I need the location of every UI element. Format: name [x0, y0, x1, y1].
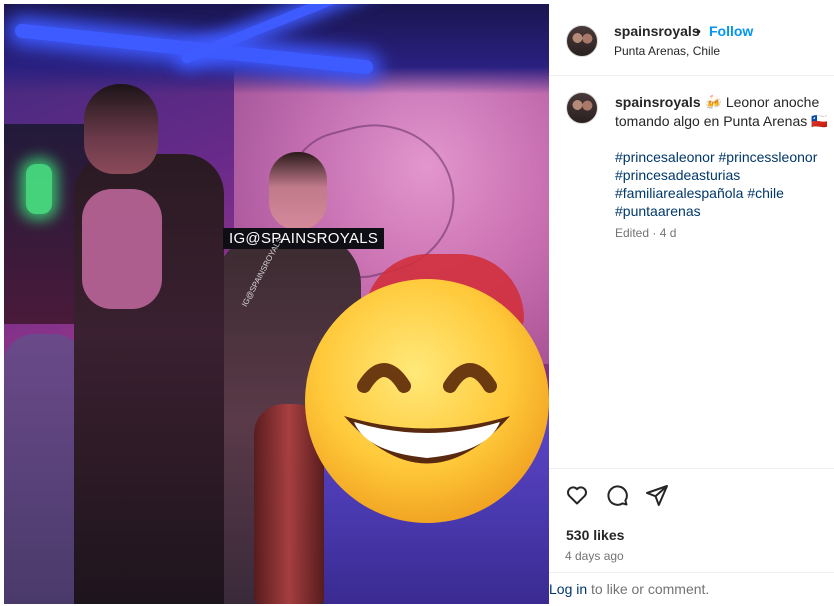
hashtag-link[interactable]: #puntaarenas [615, 203, 701, 219]
follow-button[interactable]: Follow [709, 23, 753, 39]
caption-line-1-text: Leonor anoche [721, 94, 820, 110]
likes-count[interactable]: 530 likes [566, 527, 624, 543]
avatar[interactable] [566, 25, 598, 57]
hashtag-link[interactable]: #chile [747, 185, 784, 201]
post-time: 4 days ago [565, 549, 624, 563]
share-icon[interactable] [645, 483, 669, 507]
instagram-post: IG@SPAINSROYALS IG@SPAINSROYALS spainsro… [0, 0, 834, 606]
comment-icon[interactable] [605, 483, 629, 507]
person-left [4, 334, 84, 604]
grinning-emoji-icon [305, 279, 549, 523]
watermark-label: IG@SPAINSROYALS [223, 228, 385, 249]
beer-emoji-icon: 🍻 [704, 94, 722, 110]
green-light [26, 164, 52, 214]
caption-avatar[interactable] [566, 92, 598, 124]
edited-timestamp: Edited · 4 d [615, 226, 677, 240]
post-caption: spainsroyals 🍻 Leonor anoche tomando alg… [549, 76, 834, 466]
actions-bar: 530 likes 4 days ago [549, 468, 834, 572]
hashtag-link[interactable]: #princessleonor [719, 149, 818, 165]
caption-username[interactable]: spainsroyals [615, 94, 701, 110]
person-back-head [84, 84, 158, 174]
comment-bar-text: to like or comment. [587, 581, 710, 597]
location-link[interactable]: Punta Arenas, Chile [614, 44, 720, 58]
header-separator: • [696, 23, 701, 39]
hashtag-link[interactable]: #familiarealespañola [615, 185, 743, 201]
hashtag-link[interactable]: #princesadeasturias [615, 167, 740, 183]
caption-line-1: spainsroyals 🍻 Leonor anoche [615, 93, 827, 112]
caption-line-2: tomando algo en Punta Arenas 🇨🇱 [615, 113, 827, 129]
action-icons [565, 483, 669, 509]
hashtag-link[interactable]: #princesaleonor [615, 149, 715, 165]
login-link[interactable]: Log in [549, 581, 587, 597]
person-center-head [269, 152, 327, 230]
post-header: spainsroyals • Follow Punta Arenas, Chil… [549, 4, 834, 76]
caption-text: spainsroyals 🍻 Leonor anoche tomando alg… [615, 93, 827, 131]
person-back-sleeve [82, 189, 162, 309]
post-photo[interactable]: IG@SPAINSROYALS IG@SPAINSROYALS [4, 4, 549, 604]
post-side-panel: spainsroyals • Follow Punta Arenas, Chil… [549, 4, 834, 604]
header-username[interactable]: spainsroyals [614, 23, 700, 39]
heart-icon[interactable] [565, 483, 589, 507]
hashtag-list: #princesaleonor #princessleonor #princes… [615, 148, 830, 220]
comment-bar: Log in to like or comment. [549, 572, 834, 604]
